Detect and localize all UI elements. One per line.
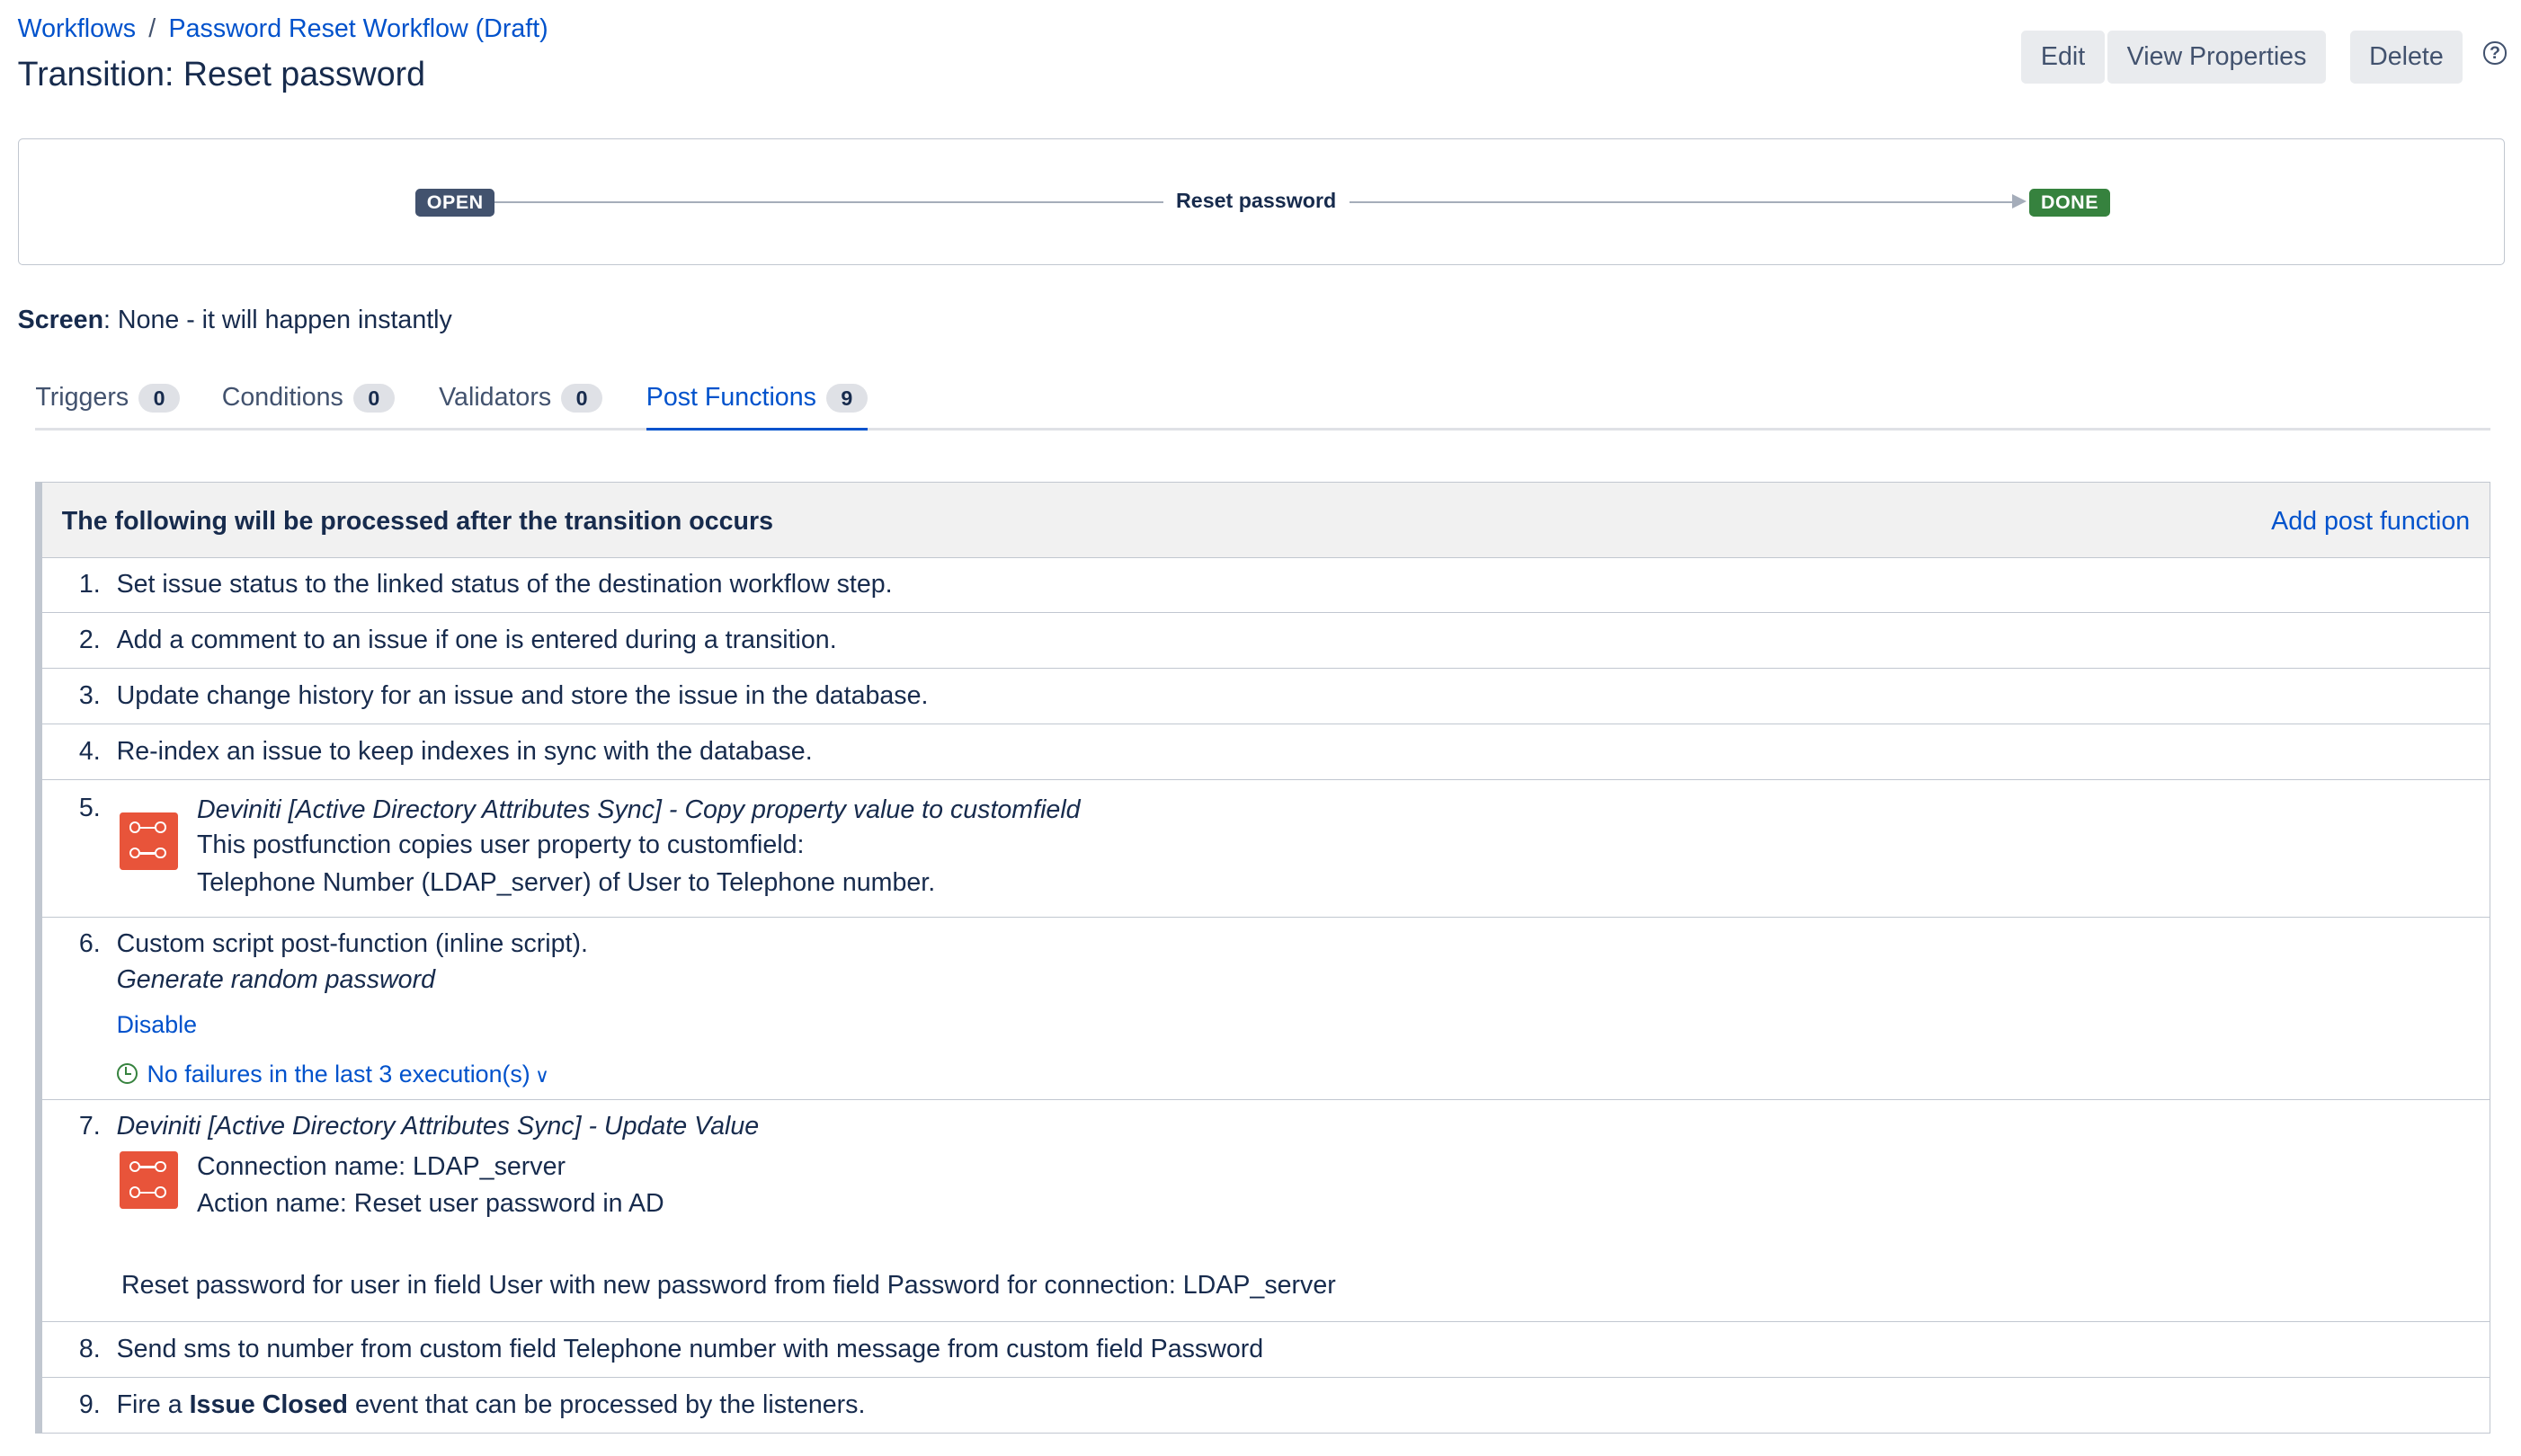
- action-bar: Edit View Properties Delete: [2021, 30, 2463, 84]
- row-title: Deviniti [Active Directory Attributes Sy…: [116, 1112, 760, 1141]
- tab-count-badge: 0: [352, 384, 396, 413]
- row-number: 1.: [78, 570, 101, 599]
- tab-triggers[interactable]: Triggers 0: [35, 382, 181, 428]
- screen-label: Screen: [17, 305, 104, 334]
- transition-diagram: OPEN Reset password DONE: [17, 138, 2505, 266]
- status-lozenge-done: DONE: [2029, 189, 2110, 217]
- status-lozenge-open: OPEN: [415, 189, 495, 217]
- edit-button[interactable]: Edit: [2021, 30, 2105, 84]
- plugin-icon: [120, 1150, 178, 1210]
- tab-label: Conditions: [221, 382, 343, 412]
- row-description: Telephone Number (LDAP_server) of User t…: [196, 867, 936, 897]
- post-function-row: 9. Fire a Issue Closed event that can be…: [42, 1378, 2489, 1433]
- tab-bar: Triggers 0 Conditions 0 Validators 0 Post F…: [35, 383, 2490, 431]
- help-icon[interactable]: ?: [2483, 41, 2507, 65]
- post-function-row: 1. Set issue status to the linked status…: [42, 558, 2490, 614]
- breadcrumb-workflow-link[interactable]: Password Reset Workflow (Draft): [169, 14, 548, 43]
- tab-count-badge: 0: [138, 384, 181, 413]
- row-description: Reset password for user in field User wi…: [120, 1271, 1336, 1301]
- add-post-function-link[interactable]: Add post function: [2271, 507, 2470, 537]
- tab-label: Validators: [439, 382, 552, 412]
- screen-value: : None - it will happen instantly: [103, 305, 452, 334]
- row-text: Custom script post-function (inline scri…: [116, 929, 588, 959]
- row-number: 6.: [78, 929, 101, 959]
- row-title: Deviniti [Active Directory Attributes Sy…: [196, 795, 1081, 825]
- text-segment: Fire a: [116, 1389, 190, 1419]
- row-number: 8.: [78, 1335, 101, 1364]
- chevron-double-down-icon: ∨: [535, 1065, 549, 1088]
- row-number: 2.: [78, 626, 101, 655]
- script-name: Generate random password: [116, 964, 435, 994]
- row-number: 7.: [78, 1112, 101, 1141]
- post-function-row: 6. Custom script post-function (inline s…: [42, 918, 2490, 1100]
- row-number: 3.: [78, 680, 101, 710]
- post-function-row: 2. Add a comment to an issue if one is e…: [42, 613, 2490, 670]
- row-text: Re-index an issue to keep indexes in syn…: [116, 736, 813, 766]
- post-function-row: 4. Re-index an issue to keep indexes in …: [42, 724, 2490, 780]
- tab-conditions[interactable]: Conditions 0: [221, 382, 396, 428]
- row-text: Send sms to number from custom field Tel…: [116, 1335, 1264, 1364]
- screen-info: Screen: None - it will happen instantly: [18, 306, 452, 335]
- row-text: Fire a Issue Closed event that can be pr…: [117, 1388, 866, 1423]
- execution-status[interactable]: No failures in the last 3 execution(s) ∨: [116, 1057, 549, 1094]
- disable-link[interactable]: Disable: [117, 1008, 197, 1043]
- tab-label: Triggers: [35, 382, 129, 412]
- tab-label: Post Functions: [646, 382, 816, 412]
- execution-status-text: No failures in the last 3 execution(s): [147, 1061, 530, 1088]
- row-number: 4.: [78, 736, 101, 766]
- row-description: This postfunction copies user property t…: [196, 830, 805, 860]
- row-text: Set issue status to the linked status of…: [116, 570, 893, 599]
- row-number: 5.: [78, 794, 101, 823]
- row-text: Update change history for an issue and s…: [116, 680, 929, 710]
- plugin-icon: [120, 812, 178, 870]
- breadcrumb-separator: /: [148, 14, 156, 44]
- clock-icon: [116, 1062, 138, 1085]
- delete-button[interactable]: Delete: [2349, 30, 2463, 84]
- breadcrumb-workflows-link[interactable]: Workflows: [18, 14, 136, 43]
- view-properties-button[interactable]: View Properties: [2107, 30, 2326, 84]
- post-function-row: 7. Deviniti [Active Directory Attributes…: [42, 1100, 2490, 1323]
- page-title: Transition: Reset password: [17, 54, 425, 93]
- text-segment: event that can be processed by the liste…: [348, 1389, 866, 1419]
- row-description: Connection name: LDAP_server: [196, 1152, 566, 1182]
- arrow-head-icon: [2011, 193, 2027, 209]
- page-root: Workflows / Password Reset Workflow (Draft…: [0, 0, 2521, 1456]
- row-description: Action name: Reset user password in AD: [196, 1189, 664, 1219]
- post-function-row: 5. Deviniti [Active Directory Attributes…: [42, 780, 2490, 918]
- tab-count-badge: 9: [825, 384, 869, 413]
- tab-post-functions[interactable]: Post Functions 9: [646, 382, 869, 431]
- post-function-row: 3. Update change history for an issue an…: [42, 669, 2490, 724]
- transition-label: Reset password: [1163, 189, 1350, 214]
- panel-heading: The following will be processed after th…: [61, 507, 774, 537]
- row-number: 9.: [78, 1389, 101, 1419]
- panel-header: The following will be processed after th…: [42, 483, 2490, 558]
- tab-count-badge: 0: [560, 384, 603, 413]
- post-functions-panel: The following will be processed after th…: [35, 482, 2490, 1434]
- event-name: Issue Closed: [189, 1389, 349, 1419]
- post-function-row: 8. Send sms to number from custom field …: [42, 1322, 2490, 1379]
- tab-validators[interactable]: Validators 0: [439, 382, 603, 428]
- breadcrumb: Workflows / Password Reset Workflow (Draft…: [18, 14, 548, 44]
- row-text: Add a comment to an issue if one is ente…: [116, 626, 837, 655]
